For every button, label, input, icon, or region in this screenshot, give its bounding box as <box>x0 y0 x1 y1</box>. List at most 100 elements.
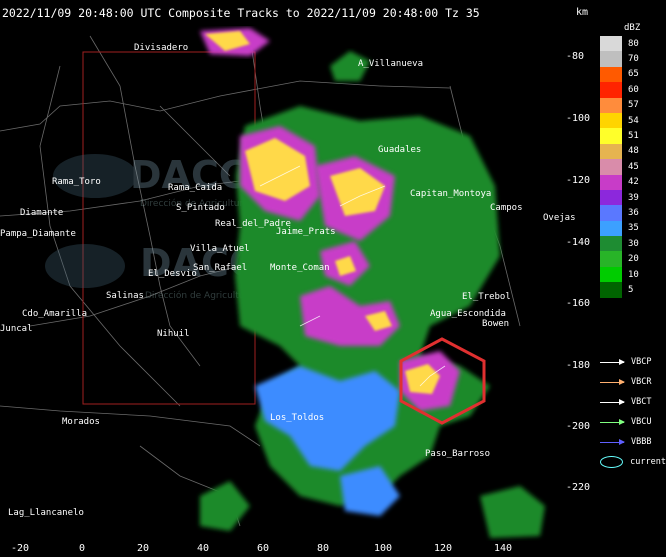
track-legend-item: VBCR <box>600 372 666 392</box>
svg-text:Rama_Caida: Rama_Caida <box>168 183 222 193</box>
y-tick-label: -120 <box>566 175 591 186</box>
svg-text:Jaime_Prats: Jaime_Prats <box>276 227 336 237</box>
svg-text:Lag_Llancanelo: Lag_Llancanelo <box>8 508 84 518</box>
svg-text:Bowen: Bowen <box>482 319 509 329</box>
legend-level: 48 <box>600 143 662 160</box>
dbz-unit-label: dBZ <box>624 23 641 33</box>
svg-text:Pampa_Diamante: Pampa_Diamante <box>0 229 76 239</box>
legend-level: 36 <box>600 205 662 221</box>
legend-swatch <box>600 174 622 190</box>
legend-value: 70 <box>628 54 639 65</box>
legend-value: 42 <box>628 177 639 188</box>
legend-level: 57 <box>600 97 662 113</box>
svg-text:Diamante: Diamante <box>20 208 63 218</box>
legend-value: 36 <box>628 207 639 218</box>
track-legend: VBCP VBCR VBCT VBCU VBBB current <box>600 352 666 472</box>
y-tick-label: -100 <box>566 113 591 124</box>
track-label: VBBB <box>631 437 652 447</box>
legend-swatch <box>600 112 622 129</box>
svg-text:Morados: Morados <box>62 417 100 427</box>
x-tick-label: 80 <box>316 543 330 554</box>
title-bar: 2022/11/09 20:48:00 UTC Composite Tracks… <box>2 6 480 20</box>
svg-text:Agua_Escondida: Agua_Escondida <box>430 309 506 319</box>
track-arrow-icon <box>600 418 625 425</box>
x-tick-label: 40 <box>196 543 210 554</box>
legend-value: 57 <box>628 100 639 111</box>
radar-map-canvas: DACC DACC DACC DACC Dirección de Agricul… <box>0 26 575 541</box>
legend-swatch <box>600 236 622 252</box>
legend-swatch <box>600 143 622 160</box>
legend-level: 65 <box>600 66 662 83</box>
legend-level: 54 <box>600 112 662 129</box>
track-arrow-icon <box>600 358 625 365</box>
track-legend-item: VBCP <box>600 352 666 372</box>
legend-value: 35 <box>628 223 639 234</box>
track-arrow-icon <box>600 378 625 385</box>
svg-text:Guadales: Guadales <box>378 145 421 155</box>
legend-level: 20 <box>600 251 662 267</box>
legend-swatch <box>600 97 622 113</box>
x-axis: -20 0 20 40 60 80 100 120 140 <box>0 541 575 557</box>
track-legend-item: VBBB <box>600 432 666 452</box>
legend-value: 51 <box>628 131 639 142</box>
legend-level: 51 <box>600 128 662 144</box>
y-tick-label: -180 <box>566 360 591 371</box>
svg-text:El_Desvio: El_Desvio <box>148 269 197 279</box>
track-arrow-icon <box>600 438 625 445</box>
track-legend-item: VBCU <box>600 412 666 432</box>
legend-value: 5 <box>628 284 634 295</box>
legend-value: 39 <box>628 192 639 203</box>
svg-text:El_Trebol: El_Trebol <box>462 292 511 302</box>
legend-swatch <box>600 66 622 83</box>
x-tick-label: -20 <box>10 543 30 554</box>
legend-swatch <box>600 159 622 175</box>
legend-swatch <box>600 189 622 206</box>
km-unit-label: km <box>576 7 589 18</box>
svg-text:A_Villanueva: A_Villanueva <box>358 59 423 69</box>
x-tick-label: 140 <box>493 543 513 554</box>
track-label: VBCU <box>631 417 652 427</box>
svg-text:Capitan_Montoya: Capitan_Montoya <box>410 189 491 199</box>
legend-swatch <box>600 36 622 52</box>
y-tick-label: -160 <box>566 298 591 309</box>
legend-level: 45 <box>600 159 662 175</box>
legend-swatch <box>600 220 622 237</box>
legend-level: 35 <box>600 220 662 237</box>
svg-text:Cdo_Amarilla: Cdo_Amarilla <box>22 309 87 319</box>
legend-value: 48 <box>628 146 639 157</box>
svg-text:Nihuil: Nihuil <box>157 329 190 339</box>
legend-swatch <box>600 282 622 298</box>
y-tick-label: -80 <box>566 51 585 62</box>
y-tick-label: -140 <box>566 237 591 248</box>
legend-level: 39 <box>600 189 662 206</box>
legend-value: 80 <box>628 38 639 49</box>
x-tick-label: 100 <box>373 543 393 554</box>
svg-text:Juncal: Juncal <box>0 324 33 334</box>
svg-text:Divisadero: Divisadero <box>134 43 188 53</box>
svg-text:S_Pintado: S_Pintado <box>176 203 225 213</box>
dbz-legend: 80 70 65 60 57 54 51 48 45 42 39 36 35 30 20 10 5 <box>600 36 662 298</box>
y-tick-label: -220 <box>566 482 591 493</box>
x-tick-label: 20 <box>136 543 150 554</box>
svg-text:Campos: Campos <box>490 203 523 213</box>
current-ellipse-icon <box>600 456 624 468</box>
current-label: current <box>630 457 666 467</box>
legend-swatch <box>600 266 622 283</box>
svg-text:Rama_Toro: Rama_Toro <box>52 177 101 187</box>
legend-level: 60 <box>600 82 662 98</box>
track-label: VBCT <box>631 397 652 407</box>
radar-map[interactable]: DACC DACC DACC DACC Dirección de Agricul… <box>0 26 575 541</box>
legend-swatch <box>600 51 622 67</box>
legend-swatch <box>600 251 622 267</box>
x-tick-label: 0 <box>78 543 86 554</box>
track-legend-current: current <box>600 452 666 472</box>
x-tick-label: 120 <box>433 543 453 554</box>
svg-text:Villa_Atuel: Villa_Atuel <box>190 244 250 254</box>
legend-value: 65 <box>628 69 639 80</box>
legend-level: 5 <box>600 282 662 298</box>
svg-text:Salinas: Salinas <box>106 291 144 301</box>
legend-value: 60 <box>628 84 639 95</box>
legend-level: 80 <box>600 36 662 52</box>
legend-level: 30 <box>600 236 662 252</box>
legend-level: 10 <box>600 266 662 283</box>
